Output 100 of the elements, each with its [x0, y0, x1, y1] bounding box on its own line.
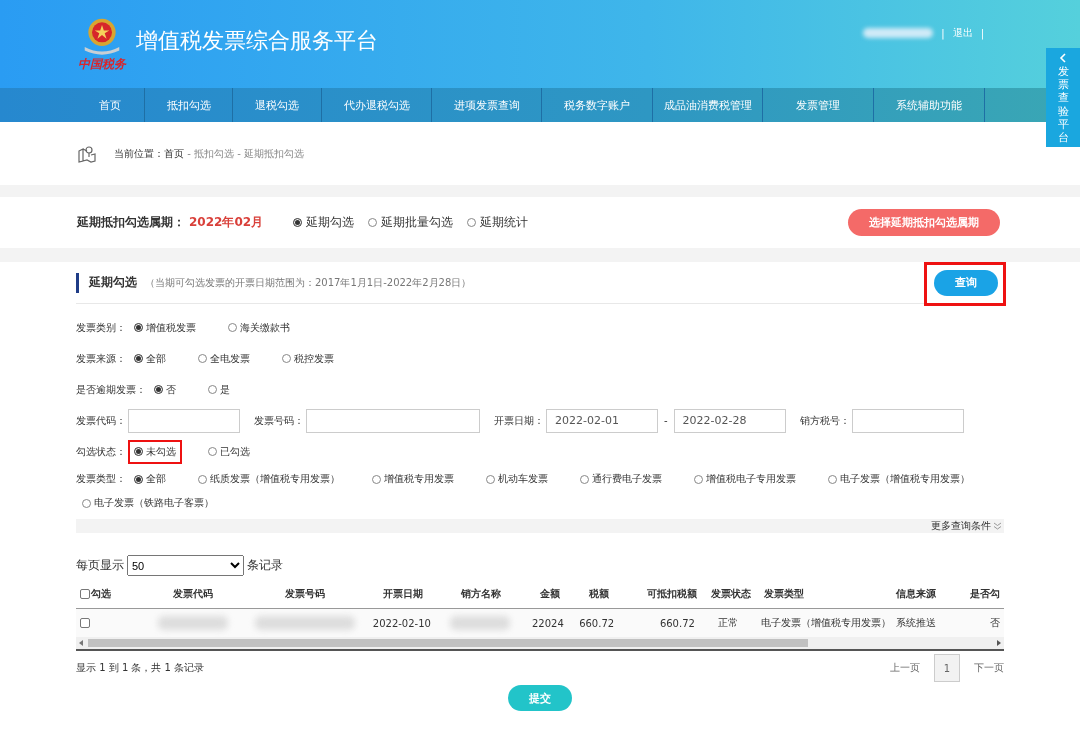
breadcrumb: 当前位置：首页 - 抵扣勾选 - 延期抵扣勾选: [114, 146, 304, 161]
page-button[interactable]: 1: [934, 654, 960, 682]
column-header: 税额: [587, 587, 610, 601]
filter-option[interactable]: 电子发票（增值税专用发票）: [822, 467, 976, 491]
page-size-select[interactable]: 50: [127, 555, 244, 576]
field-label: 开票日期：: [494, 413, 544, 428]
radio-button[interactable]: [154, 385, 163, 394]
column-header: 发票号码: [284, 587, 327, 601]
column-header: 销方名称: [460, 587, 503, 601]
filter-option[interactable]: 否: [148, 377, 182, 402]
filter-label: 发票类别：: [76, 320, 126, 335]
page-size-label: 每页显示: [76, 557, 124, 574]
column-header: 发票状态: [709, 587, 752, 601]
radio-button[interactable]: [208, 447, 217, 456]
radio-button[interactable]: [486, 474, 495, 484]
radio-button[interactable]: [134, 474, 143, 484]
scroll-right-icon[interactable]: [996, 640, 1002, 646]
filter-option[interactable]: 未勾选: [128, 439, 182, 464]
separator-text: |: [941, 27, 945, 39]
table-cell: 22024: [532, 617, 564, 629]
range-dash: -: [664, 415, 668, 426]
row-checkbox[interactable]: [80, 618, 90, 628]
radio-button[interactable]: [228, 323, 237, 332]
input-field[interactable]: [851, 408, 964, 433]
radio-button[interactable]: [372, 474, 381, 484]
filter-option[interactable]: 全部: [128, 467, 172, 491]
radio-button[interactable]: [82, 498, 91, 508]
column-header: 开票日期: [382, 587, 425, 601]
page-size-label: 条记录: [247, 557, 283, 574]
mode-option[interactable]: 延期批量勾选: [368, 214, 454, 231]
period-label: 延期抵扣勾选属期：: [77, 214, 185, 231]
filter-option[interactable]: 增值税发票: [128, 315, 202, 340]
radio-button[interactable]: [694, 474, 703, 484]
filter-label: 发票来源：: [76, 351, 126, 366]
filter-option[interactable]: 已勾选: [202, 439, 256, 464]
filter-option[interactable]: 税控发票: [276, 346, 340, 371]
radio-button[interactable]: [368, 218, 378, 227]
table-cell: 正常: [718, 616, 739, 630]
filter-option[interactable]: 通行费电子发票: [574, 467, 668, 491]
radio-button[interactable]: [282, 354, 291, 363]
next-page-link[interactable]: 下一页: [974, 661, 1004, 675]
field-label: 发票号码：: [254, 413, 304, 428]
radio-button[interactable]: [293, 218, 303, 227]
filter-option[interactable]: 增值税专用发票: [366, 467, 460, 491]
filter-option[interactable]: 增值税电子专用发票: [688, 467, 802, 491]
column-header: 金额: [538, 587, 561, 601]
radio-button[interactable]: [208, 385, 217, 394]
filter-label: 是否逾期发票：: [76, 382, 146, 397]
table-cell: 660.72: [659, 617, 695, 629]
filter-option[interactable]: 全电发票: [192, 346, 256, 371]
column-header: 可抵扣税额: [646, 587, 699, 601]
radio-button[interactable]: [198, 354, 207, 363]
double-chevron-down-icon: [993, 522, 1002, 530]
input-field[interactable]: 2022-02-28: [673, 408, 786, 433]
scroll-left-icon[interactable]: [78, 640, 84, 646]
input-field[interactable]: 2022-02-01: [546, 408, 658, 433]
mode-option[interactable]: 延期勾选: [293, 214, 355, 231]
table-cell: 系统推送: [896, 616, 937, 630]
logo-text: 中国税务: [78, 55, 126, 73]
table-cell: 电子发票（增值税专用发票）: [761, 616, 892, 630]
nav-item[interactable]: 首页: [75, 88, 145, 122]
chevron-left-icon: [1059, 53, 1067, 63]
radio-button[interactable]: [134, 447, 143, 456]
mode-option[interactable]: 延期统计: [467, 214, 529, 231]
table-cell: 否: [989, 616, 1000, 630]
radio-button[interactable]: [580, 474, 589, 484]
input-field[interactable]: [306, 408, 480, 433]
map-icon: [78, 144, 96, 163]
separator-text: |: [980, 27, 984, 39]
filter-option[interactable]: 全部: [128, 346, 172, 371]
column-header: 发票类型: [762, 587, 805, 601]
radio-button[interactable]: [134, 323, 143, 332]
field-label: 销方税号：: [799, 413, 850, 428]
filter-option[interactable]: 纸质发票（增值税专用发票）: [192, 467, 346, 491]
nav-item[interactable]: 抵扣勾选: [145, 88, 233, 122]
column-header: 信息来源: [895, 587, 937, 601]
period-value: 2022年02月: [189, 214, 264, 231]
field-label: 发票代码：: [76, 413, 126, 428]
nav-item[interactable]: 退税勾选: [233, 88, 322, 122]
more-conditions-toggle[interactable]: 更多查询条件: [931, 519, 991, 533]
radio-button[interactable]: [828, 474, 837, 484]
section-title: 延期勾选: [89, 274, 137, 291]
table-cell: 2022-02-10: [372, 617, 431, 629]
record-summary: 显示 1 到 1 条，共 1 条记录: [76, 661, 205, 675]
input-field[interactable]: [128, 408, 240, 433]
prev-page-link[interactable]: 上一页: [890, 661, 920, 675]
radio-button[interactable]: [198, 474, 207, 484]
filter-option[interactable]: 机动车发票: [480, 467, 554, 491]
nav-item[interactable]: 代办退税勾选: [322, 88, 432, 122]
column-header: 勾选: [76, 587, 145, 601]
horizontal-scrollbar[interactable]: [76, 637, 1004, 651]
table-cell: 660.72: [579, 617, 615, 629]
filter-option[interactable]: 电子发票（铁路电子客票）: [76, 491, 220, 515]
filter-label: 勾选状态：: [76, 444, 126, 459]
radio-button[interactable]: [467, 218, 477, 227]
platform-title: 增值税发票综合服务平台: [136, 27, 378, 55]
filter-option[interactable]: 海关缴款书: [222, 315, 296, 340]
filter-option[interactable]: 是: [202, 377, 236, 402]
radio-button[interactable]: [134, 354, 143, 363]
date-range-note: （当期可勾选发票的开票日期范围为：2017年1月1日-2022年2月28日）: [145, 275, 472, 290]
